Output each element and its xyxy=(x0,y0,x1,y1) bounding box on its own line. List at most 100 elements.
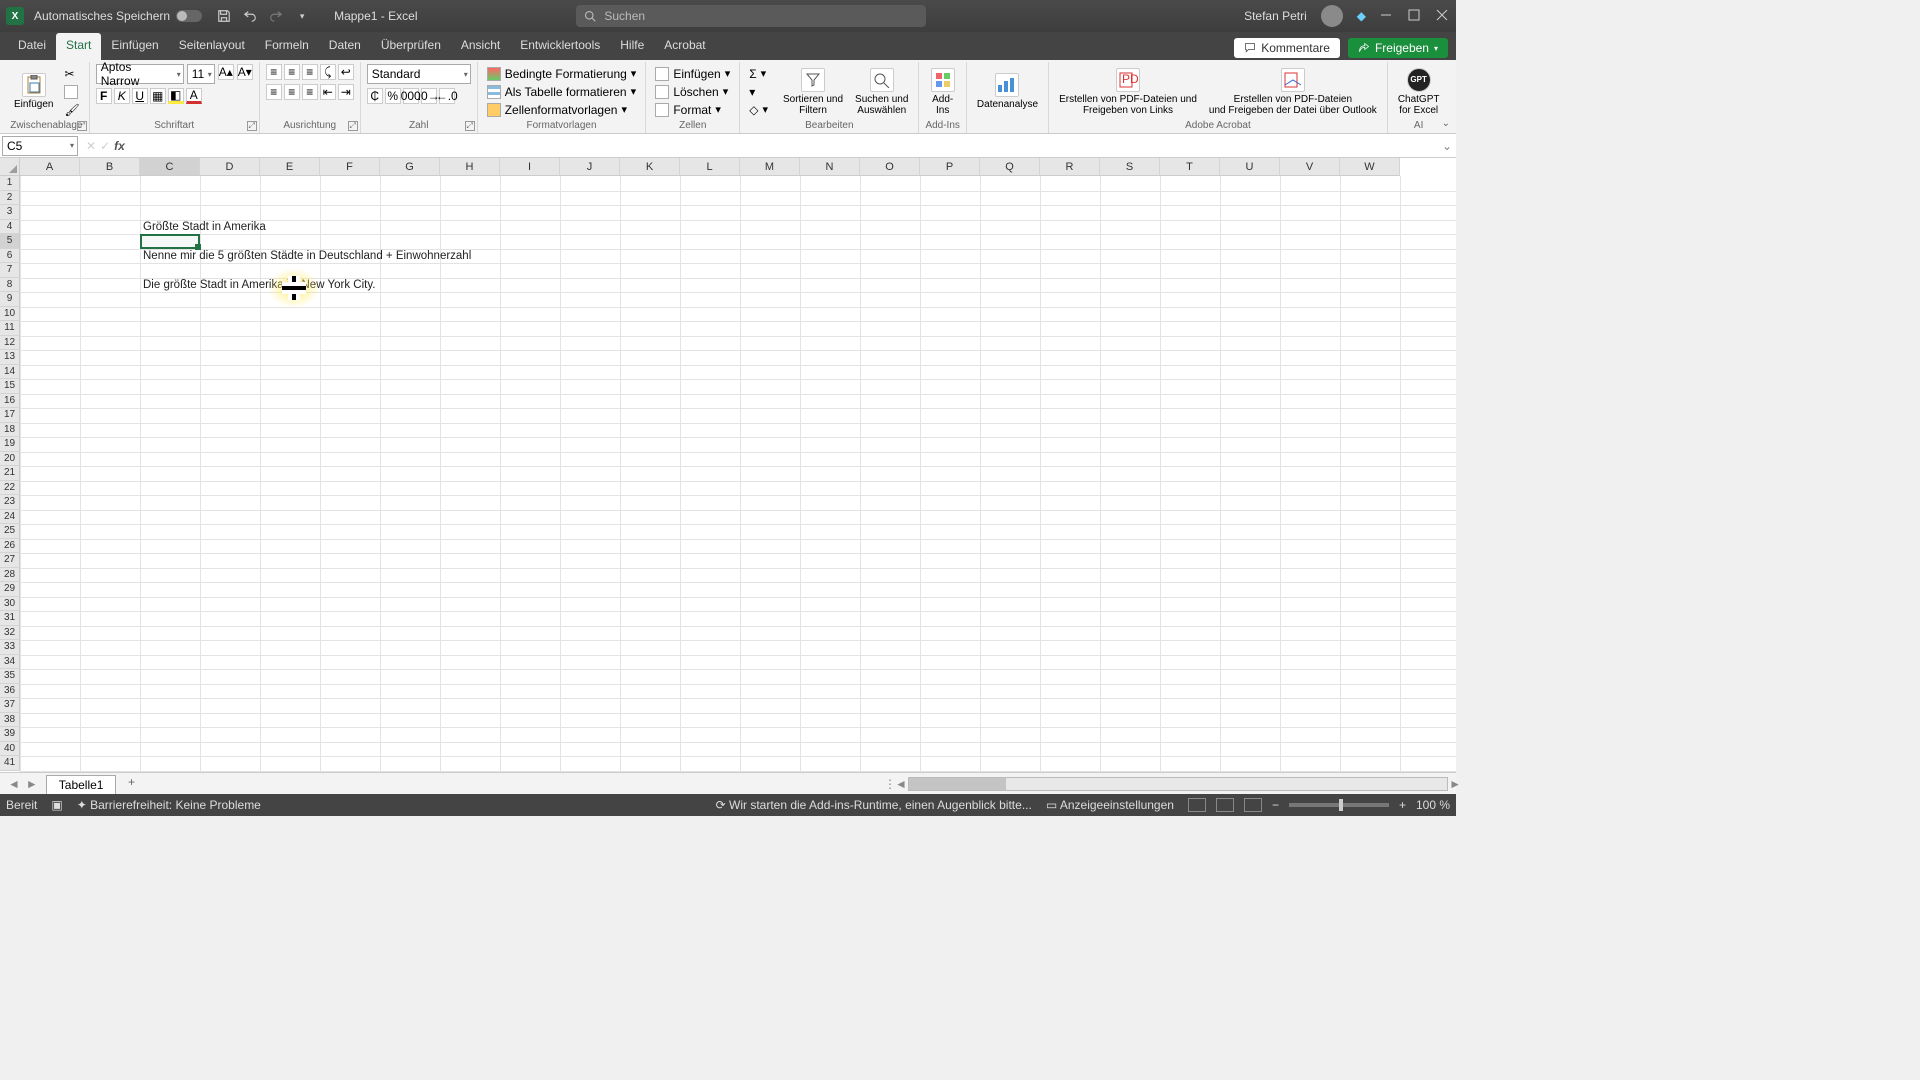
add-sheet-button[interactable]: + xyxy=(122,775,140,793)
format-cells-button[interactable]: Format ▾ xyxy=(652,102,733,118)
column-header[interactable]: V xyxy=(1280,158,1340,176)
row-header[interactable]: 6 xyxy=(0,249,20,264)
clear-button[interactable]: ◇▾ xyxy=(746,102,771,118)
scroll-right-icon[interactable]: ► xyxy=(1449,777,1461,791)
tab-überprüfen[interactable]: Überprüfen xyxy=(371,33,451,60)
column-header[interactable]: J xyxy=(560,158,620,176)
row-header[interactable]: 32 xyxy=(0,626,20,641)
formula-input[interactable] xyxy=(137,136,1438,156)
column-header[interactable]: A xyxy=(20,158,80,176)
column-header[interactable]: E xyxy=(260,158,320,176)
decrease-decimal-icon[interactable]: ←.0 xyxy=(439,88,455,104)
tab-daten[interactable]: Daten xyxy=(319,33,371,60)
thousands-icon[interactable]: 000 xyxy=(403,88,419,104)
tab-datei[interactable]: Datei xyxy=(8,33,56,60)
italic-button[interactable]: K xyxy=(114,88,130,104)
row-header[interactable]: 34 xyxy=(0,655,20,670)
column-headers[interactable]: ABCDEFGHIJKLMNOPQRSTUVW xyxy=(20,158,1456,176)
scroll-left-icon[interactable]: ◄ xyxy=(895,777,907,791)
tab-seitenlayout[interactable]: Seitenlayout xyxy=(169,33,255,60)
column-header[interactable]: S xyxy=(1100,158,1160,176)
sheet-nav-prev-icon[interactable]: ◄ xyxy=(8,777,20,791)
zoom-slider[interactable] xyxy=(1289,803,1389,807)
row-header[interactable]: 16 xyxy=(0,394,20,409)
accounting-format-icon[interactable]: ₵ xyxy=(367,88,383,104)
dialog-launcher-icon[interactable]: ⤢ xyxy=(77,121,87,131)
dialog-launcher-icon[interactable]: ⤢ xyxy=(465,121,475,131)
insert-cells-button[interactable]: Einfügen ▾ xyxy=(652,66,733,82)
cut-button[interactable]: ✂ xyxy=(61,66,82,82)
sheet-tab-1[interactable]: Tabelle1 xyxy=(46,775,117,794)
column-header[interactable]: C xyxy=(140,158,200,176)
row-header[interactable]: 14 xyxy=(0,365,20,380)
column-header[interactable]: G xyxy=(380,158,440,176)
find-select-button[interactable]: Suchen und Auswählen xyxy=(851,66,912,118)
underline-button[interactable]: U xyxy=(132,88,148,104)
row-header[interactable]: 36 xyxy=(0,684,20,699)
dialog-launcher-icon[interactable]: ⤢ xyxy=(247,121,257,131)
row-header[interactable]: 1 xyxy=(0,176,20,191)
zoom-level[interactable]: 100 % xyxy=(1416,798,1450,812)
wrap-text-icon[interactable]: ↩ xyxy=(338,64,354,80)
worksheet-grid[interactable]: ABCDEFGHIJKLMNOPQRSTUVW 1234567891011121… xyxy=(0,158,1456,772)
row-header[interactable]: 33 xyxy=(0,640,20,655)
column-header[interactable]: T xyxy=(1160,158,1220,176)
bold-button[interactable]: F xyxy=(96,88,112,104)
align-top-icon[interactable]: ≡ xyxy=(266,64,282,80)
cell-c4[interactable]: Größte Stadt in Amerika xyxy=(143,220,266,234)
row-header[interactable]: 10 xyxy=(0,307,20,322)
sheet-nav-next-icon[interactable]: ► xyxy=(26,777,38,791)
share-button[interactable]: Freigeben ▾ xyxy=(1348,38,1448,58)
tab-acrobat[interactable]: Acrobat xyxy=(654,33,715,60)
undo-icon[interactable] xyxy=(242,8,258,24)
cell-c8[interactable]: Die größte Stadt in Amerika ist New York… xyxy=(143,278,375,292)
row-header[interactable]: 31 xyxy=(0,611,20,626)
row-header[interactable]: 7 xyxy=(0,263,20,278)
column-header[interactable]: K xyxy=(620,158,680,176)
border-button[interactable]: ▦ xyxy=(150,88,166,104)
align-right-icon[interactable]: ≡ xyxy=(302,84,318,100)
row-header[interactable]: 11 xyxy=(0,321,20,336)
autosum-button[interactable]: Σ▾ xyxy=(746,66,771,82)
name-box[interactable]: C5 xyxy=(2,136,78,156)
row-header[interactable]: 40 xyxy=(0,742,20,757)
display-settings-button[interactable]: ▭ Anzeigeeinstellungen xyxy=(1046,798,1174,812)
copy-button[interactable] xyxy=(61,84,82,100)
row-header[interactable]: 9 xyxy=(0,292,20,307)
row-header[interactable]: 39 xyxy=(0,727,20,742)
maximize-icon[interactable] xyxy=(1408,9,1422,23)
row-header[interactable]: 22 xyxy=(0,481,20,496)
qat-dropdown-icon[interactable]: ▾ xyxy=(294,8,310,24)
column-header[interactable]: B xyxy=(80,158,140,176)
row-header[interactable]: 41 xyxy=(0,756,20,771)
zoom-out-icon[interactable]: − xyxy=(1272,798,1279,812)
number-format-select[interactable]: Standard xyxy=(367,64,471,84)
shrink-font-icon[interactable]: A▾ xyxy=(237,64,253,80)
redo-icon[interactable] xyxy=(268,8,284,24)
tab-start[interactable]: Start xyxy=(56,33,101,60)
align-middle-icon[interactable]: ≡ xyxy=(284,64,300,80)
row-header[interactable]: 20 xyxy=(0,452,20,467)
column-header[interactable]: L xyxy=(680,158,740,176)
increase-decimal-icon[interactable]: .0→ xyxy=(421,88,437,104)
enter-formula-icon[interactable]: ✓ xyxy=(100,139,110,153)
row-header[interactable]: 18 xyxy=(0,423,20,438)
search-box[interactable]: Suchen xyxy=(576,5,926,27)
tab-einfügen[interactable]: Einfügen xyxy=(101,33,168,60)
row-header[interactable]: 29 xyxy=(0,582,20,597)
column-header[interactable]: U xyxy=(1220,158,1280,176)
row-header[interactable]: 4 xyxy=(0,220,20,235)
column-header[interactable]: Q xyxy=(980,158,1040,176)
column-header[interactable]: N xyxy=(800,158,860,176)
row-header[interactable]: 13 xyxy=(0,350,20,365)
format-painter-button[interactable]: 🖌 xyxy=(61,102,82,118)
row-header[interactable]: 35 xyxy=(0,669,20,684)
row-header[interactable]: 5 xyxy=(0,234,20,249)
horizontal-scrollbar[interactable]: ◄ ► xyxy=(908,777,1448,791)
tab-entwicklertools[interactable]: Entwicklertools xyxy=(510,33,610,60)
cell-styles-button[interactable]: Zellenformatvorlagen ▾ xyxy=(484,102,640,118)
row-headers[interactable]: 1234567891011121314151617181920212223242… xyxy=(0,176,20,772)
row-header[interactable]: 2 xyxy=(0,191,20,206)
delete-cells-button[interactable]: Löschen ▾ xyxy=(652,84,733,100)
row-header[interactable]: 38 xyxy=(0,713,20,728)
